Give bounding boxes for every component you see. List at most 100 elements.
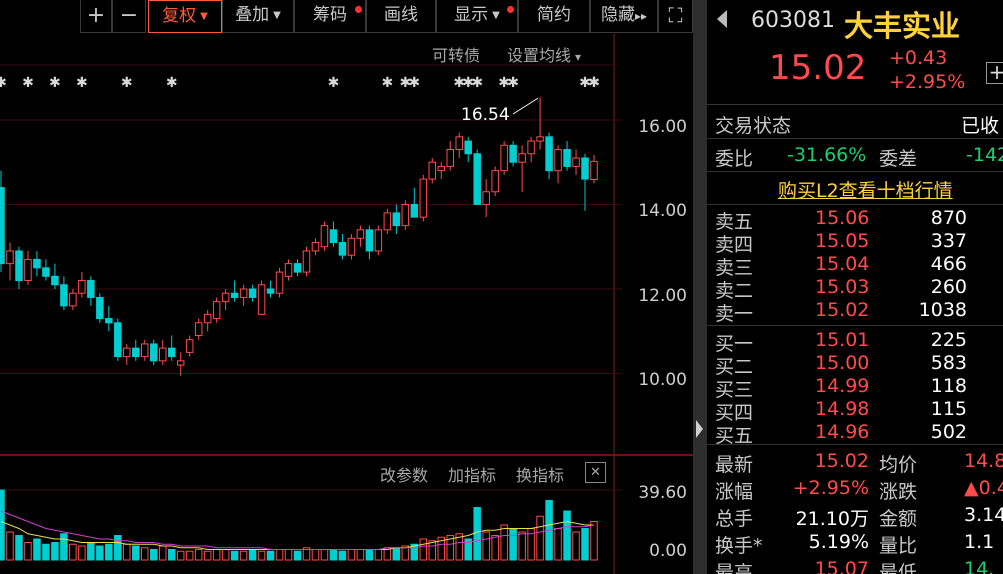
l2-upgrade-link[interactable]: 购买L2查看十档行情 xyxy=(778,176,953,203)
level-price: 14.98 xyxy=(815,398,870,420)
event-marker: ✱ xyxy=(166,75,178,91)
buy-row[interactable]: 买三 14.99 118 xyxy=(707,375,1003,401)
level-volume: 583 xyxy=(930,352,967,374)
chevron-down-icon: ▾ xyxy=(575,50,582,64)
candle-up xyxy=(347,237,356,256)
candle-up xyxy=(185,339,194,353)
volume-bar-up xyxy=(356,549,365,561)
candle-up xyxy=(500,144,508,172)
candle-up xyxy=(527,140,535,155)
kline-chart[interactable]: ✱ ✱ ✱ ✱ ✱ ✱ ✱ ✱ ✱✱ ✱✱✱ ✱✱ ✱✱✱ xyxy=(0,0,693,574)
candle-up xyxy=(518,153,526,163)
weicha-label: 委差 xyxy=(879,148,918,170)
candle-up xyxy=(311,242,320,252)
change-params-button[interactable]: 改参数 xyxy=(380,462,428,486)
volume-bar-up xyxy=(158,545,167,561)
candle-up xyxy=(284,263,293,277)
panel-splitter[interactable] xyxy=(693,0,707,574)
ma-settings-label: 设置均线 xyxy=(507,46,572,65)
candle-down xyxy=(509,144,517,163)
candle-up xyxy=(401,203,410,227)
candle-down xyxy=(464,140,472,155)
stat-value: 15.07 xyxy=(814,558,869,574)
event-marker: ✱ xyxy=(471,75,483,91)
candle-down xyxy=(293,263,302,273)
volume-bar-up xyxy=(275,549,284,561)
candle-down xyxy=(392,212,401,227)
sell-row[interactable]: 卖一 15.02 1038 xyxy=(707,299,1003,325)
prev-stock-arrow-icon[interactable] xyxy=(717,10,727,28)
candle-up xyxy=(221,292,230,303)
candle-up xyxy=(203,313,212,324)
sell-row[interactable]: 卖二 15.03 260 xyxy=(707,276,1003,302)
close-indicator-button[interactable]: ✕ xyxy=(585,462,606,483)
stat-label: 换手* xyxy=(715,535,763,557)
level-volume: 115 xyxy=(930,398,967,420)
stat-label: 最低 xyxy=(879,562,918,574)
convertible-bond-link[interactable]: 可转债 xyxy=(432,42,480,66)
price-tick-label: 12.00 xyxy=(638,286,687,306)
volume-bar-down xyxy=(149,549,158,561)
divider xyxy=(707,104,1003,105)
candle-down xyxy=(33,258,41,269)
candle-down xyxy=(410,203,419,218)
candle-down xyxy=(114,322,122,358)
stat-value: 15.02 xyxy=(814,450,869,472)
weibi-value: -31.66% xyxy=(787,144,867,166)
volume-bar-down xyxy=(114,535,122,561)
volume-bar-up xyxy=(24,542,32,561)
sell-row[interactable]: 卖四 15.05 337 xyxy=(707,230,1003,256)
candle-up xyxy=(123,347,131,358)
candle-down xyxy=(230,292,239,298)
volume-bar-down xyxy=(329,549,338,561)
candle-up xyxy=(482,191,490,205)
ma-settings-link[interactable]: 设置均线 ▾ xyxy=(507,42,581,66)
candle-down xyxy=(365,229,374,252)
weibi-label: 委比 xyxy=(715,148,754,170)
candle-down xyxy=(545,136,553,172)
buy-row[interactable]: 买一 15.01 225 xyxy=(707,329,1003,355)
price-change-pct: +2.95% xyxy=(889,71,966,93)
switch-indicator-button[interactable]: 换指标 xyxy=(516,462,564,486)
candle-down xyxy=(96,296,104,320)
volume-bar-down xyxy=(87,542,95,561)
volume-bar-up xyxy=(500,524,508,561)
volume-bar-down xyxy=(105,543,113,561)
candle-up xyxy=(437,165,446,172)
volume-bar-down xyxy=(473,507,481,561)
volume-bar-up xyxy=(69,543,77,561)
candle-up xyxy=(275,271,284,294)
level-price: 15.03 xyxy=(815,276,870,298)
volume-bar-up xyxy=(123,543,131,561)
volume-bar-down xyxy=(33,538,41,561)
chart-background xyxy=(0,34,693,574)
stat-label: 最新 xyxy=(715,454,754,476)
volume-bar-down xyxy=(338,550,347,561)
last-price: 15.02 xyxy=(769,48,867,88)
level-label: 卖一 xyxy=(715,303,754,325)
collapse-arrow-icon[interactable] xyxy=(696,420,703,438)
candle-down xyxy=(266,288,275,294)
volume-bar-up xyxy=(194,549,203,561)
buy-row[interactable]: 买五 14.96 502 xyxy=(707,421,1003,447)
candle-up xyxy=(536,136,544,142)
add-watchlist-button[interactable]: + xyxy=(986,62,1003,84)
sell-row[interactable]: 卖五 15.06 870 xyxy=(707,207,1003,233)
level-price: 15.06 xyxy=(815,207,870,229)
add-indicator-button[interactable]: 加指标 xyxy=(448,462,496,486)
buy-row[interactable]: 买二 15.00 583 xyxy=(707,352,1003,378)
event-marker: ✱ xyxy=(0,75,7,91)
level-volume: 1038 xyxy=(918,299,967,321)
stat-value: 3.14 xyxy=(964,504,1003,526)
buy-row[interactable]: 买四 14.98 115 xyxy=(707,398,1003,424)
weicha-value: -142 xyxy=(966,144,1003,166)
stat-label: 均价 xyxy=(879,454,918,476)
sell-row[interactable]: 卖三 15.04 466 xyxy=(707,253,1003,279)
volume-bar-down xyxy=(42,543,50,561)
level-price: 15.00 xyxy=(815,352,870,374)
volume-bar-up xyxy=(239,550,248,561)
divider xyxy=(707,325,1003,326)
stats-row: 涨幅 +2.95% 涨跌 ▲0.4 xyxy=(707,477,1003,504)
volume-bar-up xyxy=(221,549,230,561)
candle-up xyxy=(356,229,365,239)
